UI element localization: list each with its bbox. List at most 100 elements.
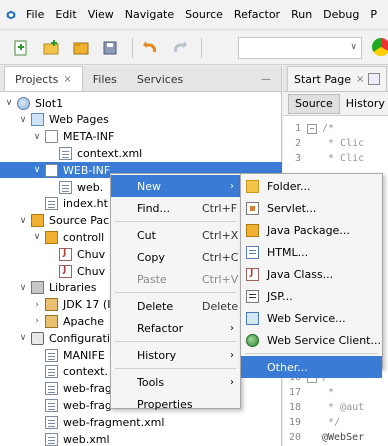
shortcut-label: Ctrl+X [202,228,239,242]
toolbar: ∨ [0,31,388,65]
code-line[interactable]: 3 * Clic [283,151,388,166]
tree-node-label: Configurati [49,331,110,345]
new-web-service[interactable]: Web Service... [241,307,382,329]
file-tab-icon[interactable] [368,73,381,85]
webfolder-icon [31,113,44,127]
close-icon[interactable]: × [63,74,71,85]
open-project-icon[interactable] [70,37,92,59]
new-java-package[interactable]: Java Package... [241,219,382,241]
tab-services[interactable]: Services [127,67,193,91]
menu-item-new[interactable]: New › [111,175,240,197]
menu-file[interactable]: File [26,8,44,21]
tab-start-page[interactable]: Start Page × [287,66,388,91]
wsc-icon [246,333,259,347]
tab-start-page-label: Start Page [294,72,351,86]
chevron-down-icon[interactable]: ∨ [18,283,28,293]
subtab-source[interactable]: Source [288,93,340,114]
new-folder[interactable]: Folder... [241,175,382,197]
menu-edit[interactable]: Edit [55,8,76,21]
ws-icon [246,311,259,325]
chevron-down-icon[interactable]: ∨ [18,216,28,226]
chevron-down-icon[interactable]: ∨ [32,132,42,142]
globe-icon [17,96,30,110]
new-jsp[interactable]: JSP... [241,285,382,307]
code-line[interactable]: 19 */ [283,415,388,430]
tab-services-label: Services [136,72,184,86]
code-line[interactable]: 1−/* [283,121,388,136]
new-web-service-client[interactable]: Web Service Client... [241,329,382,351]
menu-item-delete[interactable]: Delete Delete [111,295,240,317]
fold-toggle-icon[interactable]: − [307,123,317,134]
menu-item-copy[interactable]: Copy Ctrl+C [111,246,240,268]
new-html[interactable]: HTML... [241,241,382,263]
code-line[interactable]: 17 * [283,385,388,400]
tree-node-label: web. [77,180,104,194]
lib-icon [31,281,44,295]
menu-item-paste[interactable]: Paste Ctrl+V [111,268,240,290]
menu-separator [115,292,236,293]
undo-icon[interactable] [139,37,161,59]
menu-view[interactable]: View [88,8,114,21]
new-file-icon[interactable] [10,37,32,59]
menu-item-cut[interactable]: Cut Ctrl+X [111,224,240,246]
minimize-icon[interactable]: — [261,74,271,85]
chevron-down-icon[interactable]: ∨ [32,165,42,175]
redo-icon[interactable] [169,37,191,59]
chevron-right-icon[interactable]: › [32,316,42,326]
new-java-class[interactable]: Java Class... [241,263,382,285]
tree-node[interactable]: web.xml [0,431,282,446]
tree-node-label: JDK 17 (I [63,298,111,312]
tree-node[interactable]: web-fragment.xml [0,414,282,430]
menu-item-properties[interactable]: Properties [111,393,240,415]
menu-refactor[interactable]: Refactor [234,8,280,21]
menu-item-refactor[interactable]: Refactor › [111,317,240,339]
editor-subtabs: Source History [283,92,388,116]
config-icon [31,331,44,345]
menu-separator [245,353,378,354]
code-text: * Clic [322,138,365,149]
chevron-down-icon[interactable]: ∨ [18,115,28,125]
chevron-down-icon[interactable]: ∨ [32,232,42,242]
tree-node[interactable]: context.xml [0,145,282,161]
menu-run[interactable]: Run [291,8,312,21]
tab-files[interactable]: Files [83,67,127,91]
menu-item-tools[interactable]: Tools › [111,371,240,393]
chevron-right-icon[interactable]: › [32,300,42,310]
tree-node-label: META-INF [63,130,115,144]
code-line[interactable]: 2 * Clic [283,136,388,151]
code-line[interactable]: 20 @WebSer [283,430,388,445]
menu-item-label: History [137,348,177,362]
jar-icon [45,298,58,312]
menu-navigate[interactable]: Navigate [125,8,174,21]
tree-node[interactable]: ∨ Web Pages [0,112,282,128]
new-servlet[interactable]: Servlet... [241,197,382,219]
tree-node-label: Web Pages [49,113,109,127]
save-all-icon[interactable] [100,37,122,59]
menu-item-history[interactable]: History › [111,344,240,366]
file-icon [45,348,58,362]
code-text: * @aut [322,402,365,413]
menu-item-find[interactable]: Find... Ctrl+F [111,197,240,219]
subtab-history[interactable]: History [340,94,388,114]
file-icon [45,415,58,429]
chevron-down-icon[interactable]: ∨ [18,333,28,343]
chevron-down-icon[interactable]: ∨ [4,98,14,108]
file-icon [59,146,72,160]
chrome-browser-icon[interactable] [372,38,388,56]
code-text: */ [322,417,341,428]
tab-projects[interactable]: Projects × [4,66,83,91]
context-menu: New › Find... Ctrl+F Cut Ctrl+X Copy Ctrl+C Past… [110,173,241,411]
new-other[interactable]: Other... [241,356,382,378]
menu-source[interactable]: Source [185,8,223,21]
menu-debug[interactable]: Debug [323,8,359,21]
tree-node[interactable]: ∨ Slot1 [0,95,282,111]
menu-profile[interactable]: P [370,8,377,21]
tree-node-label: web-frag [63,382,112,396]
code-line[interactable]: 18 * @aut [283,400,388,415]
tree-node[interactable]: ∨ META-INF [0,129,282,145]
chevron-right-icon: › [230,322,234,334]
configuration-combo[interactable]: ∨ [238,37,362,59]
close-icon[interactable]: × [356,74,364,85]
new-project-icon[interactable] [40,37,62,59]
chevron-right-icon: › [230,349,234,361]
